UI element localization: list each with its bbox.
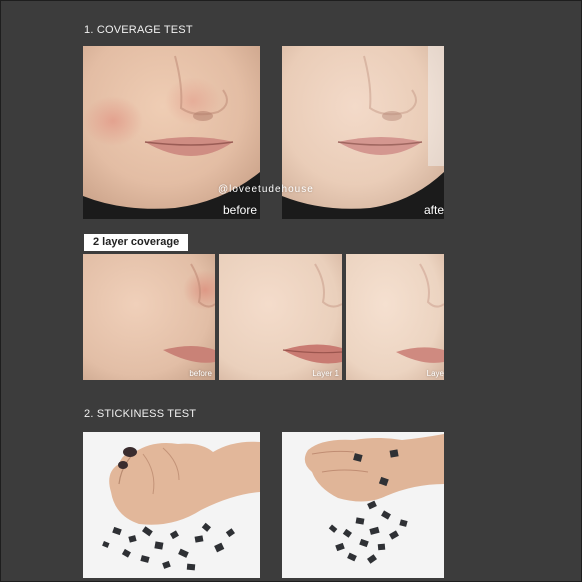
layer-before-caption: before: [189, 369, 212, 378]
layer-2-photo: Laye: [346, 254, 444, 380]
watermark-text: @loveetudehouse: [218, 184, 314, 195]
layer-2-caption: Laye: [426, 369, 444, 378]
stickiness-fist-photo: [83, 432, 260, 578]
coverage-test-heading: 1. COVERAGE TEST: [84, 24, 193, 36]
layer-before-photo: before: [83, 254, 215, 380]
layer-coverage-badge: 2 layer coverage: [84, 234, 188, 251]
layer-1-photo: Layer 1: [219, 254, 342, 380]
stickiness-test-heading: 2. STICKINESS TEST: [84, 408, 197, 420]
layer-1-caption: Layer 1: [312, 369, 339, 378]
before-caption: before: [222, 203, 257, 217]
after-caption: afte: [423, 203, 444, 217]
stickiness-hand-photo: [282, 432, 444, 578]
